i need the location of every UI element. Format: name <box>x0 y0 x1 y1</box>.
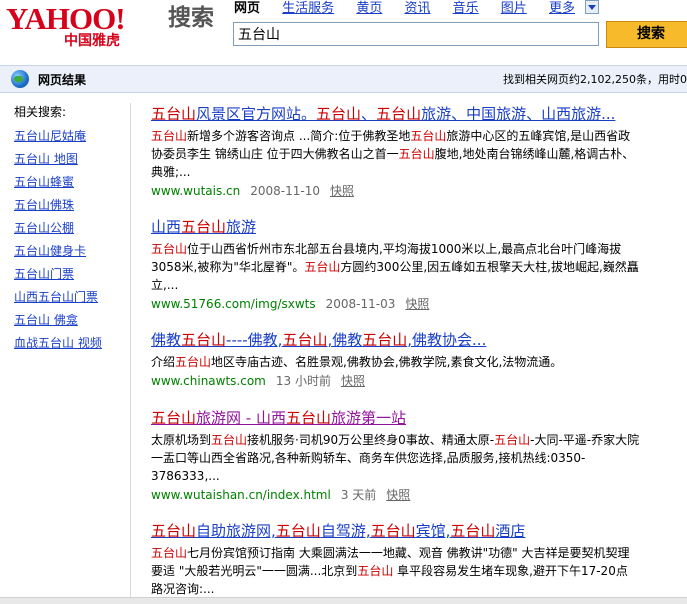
related-search-item[interactable]: 血战五台山 视频 <box>14 334 102 351</box>
tab-more[interactable]: 更多 <box>549 1 575 16</box>
search-result: 佛教五台山----佛教,五台山,佛教五台山,佛教协会... 介绍五台山地区寺庙古… <box>151 331 651 390</box>
tab-images[interactable]: 图片 <box>501 1 527 16</box>
query-highlight: 五台山 <box>285 409 331 427</box>
search-button[interactable]: 搜索 <box>606 21 687 48</box>
query-highlight: 五台山 <box>151 105 197 123</box>
result-date: 2008-11-03 <box>325 297 396 311</box>
related-search-item[interactable]: 五台山佛珠 <box>14 196 74 213</box>
tab-news[interactable]: 资讯 <box>404 1 430 16</box>
search-result: 五台山旅游网 - 山西五台山旅游第一站 太原机场到五台山接机服务·司机90万公里… <box>151 409 651 504</box>
tab-life[interactable]: 生活服务 <box>282 1 334 16</box>
result-url[interactable]: www.chinawts.com <box>151 374 266 388</box>
result-title-link[interactable]: 五台山自助旅游网,五台山自驾游,五台山宾馆,五台山酒店 <box>151 522 651 541</box>
results-count: 找到相关网页约2,102,250条，用时0 <box>503 73 687 86</box>
query-highlight: 五台山 <box>151 129 188 143</box>
result-meta: www.wutaishan.cn/index.html 3 天前 快照 <box>151 486 651 504</box>
result-cache-link[interactable]: 快照 <box>341 374 365 388</box>
result-snippet: 五台山新增多个游客咨询点 ...简介:位于佛教圣地五台山旅游中心区的五峰宾馆,是… <box>151 129 635 179</box>
nav-tabs: 网页 生活服务 黄页 资讯 音乐 图片 更多 <box>234 0 600 18</box>
related-search-item[interactable]: 五台山 地图 <box>14 150 78 167</box>
query-highlight: 五台山 <box>304 260 341 274</box>
query-highlight: 五台山 <box>175 355 212 369</box>
query-highlight: 五台山 <box>362 331 408 349</box>
query-highlight: 五台山 <box>450 522 496 540</box>
search-result: 五台山风景区官方网站。五台山、五台山旅游、中国旅游、山西旅游... 五台山新增多… <box>151 105 651 200</box>
search-input[interactable]: 五台山 <box>233 22 599 46</box>
query-highlight: 五台山 <box>211 433 248 447</box>
result-date: 2008-11-10 <box>250 184 320 198</box>
tab-web[interactable]: 网页 <box>234 1 260 16</box>
result-cache-link[interactable]: 快照 <box>330 184 354 198</box>
query-highlight: 五台山 <box>410 129 447 143</box>
globe-icon <box>11 70 29 88</box>
related-searches-title: 相关搜索: <box>14 105 67 119</box>
result-meta: www.wutais.cn 2008-11-10 快照 <box>151 182 651 200</box>
result-title-link[interactable]: 佛教五台山----佛教,五台山,佛教五台山,佛教协会... <box>151 331 651 350</box>
result-url[interactable]: www.wutaishan.cn/index.html <box>151 488 331 502</box>
query-highlight: 五台山 <box>357 564 394 578</box>
header: YAHOO! 中国雅虎 搜索 网页 生活服务 黄页 资讯 音乐 图片 更多 五台… <box>0 0 687 62</box>
query-highlight: 五台山 <box>151 242 188 256</box>
query-highlight: 五台山 <box>275 522 321 540</box>
result-url[interactable]: www.wutais.cn <box>151 184 240 198</box>
related-search-item[interactable]: 五台山 佛龛 <box>14 311 78 328</box>
query-highlight: 五台山 <box>181 331 227 349</box>
result-title-link[interactable]: 山西五台山旅游 <box>151 218 651 237</box>
result-meta: www.51766.com/img/sxwts 2008-11-03 快照 <box>151 295 651 313</box>
query-highlight: 五台山 <box>398 147 435 161</box>
related-search-item[interactable]: 山西五台山门票 <box>14 288 98 305</box>
related-search-item[interactable]: 五台山公棚 <box>14 219 74 236</box>
related-search-item[interactable]: 五台山健身卡 <box>14 242 86 259</box>
query-highlight: 五台山 <box>494 433 531 447</box>
logo-yahoo-text: YAHOO! <box>6 1 126 36</box>
result-meta: www.chinawts.com 13 小时前 快照 <box>151 372 651 390</box>
chevron-down-icon[interactable] <box>585 0 600 14</box>
result-snippet: 五台山位于山西省忻州市东北部五台县境内,平均海拔1000米以上,最高点北台叶门峰… <box>151 242 639 292</box>
query-highlight: 五台山 <box>151 522 197 540</box>
query-highlight: 五台山 <box>181 218 227 236</box>
related-search-item[interactable]: 五台山门票 <box>14 265 74 282</box>
query-highlight: 五台山 <box>151 409 197 427</box>
result-snippet: 太原机场到五台山接机服务·司机90万公里终身0事故、精通太原-五台山-大同-平遥… <box>151 433 640 483</box>
search-result: 五台山自助旅游网,五台山自驾游,五台山宾馆,五台山酒店 五台山七月份宾馆预订指南… <box>151 522 651 598</box>
result-snippet: 五台山七月份宾馆预订指南 大乘圆满法一一地藏、观音 佛教讲"功德" 大吉祥是要契… <box>151 546 630 596</box>
query-highlight: 五台山 <box>151 546 188 560</box>
result-title-link[interactable]: 五台山风景区官方网站。五台山、五台山旅游、中国旅游、山西旅游... <box>151 105 651 124</box>
results-bar: 网页结果 找到相关网页约2,102,250条，用时0 <box>0 65 687 93</box>
query-highlight: 五台山 <box>316 105 362 123</box>
result-cache-link[interactable]: 快照 <box>386 488 410 502</box>
tab-music[interactable]: 音乐 <box>453 1 479 16</box>
related-search-item[interactable]: 五台山尼姑庵 <box>14 127 86 144</box>
divider <box>130 103 131 603</box>
logo-china-text: 中国雅虎 <box>64 33 120 49</box>
query-highlight: 五台山 <box>376 105 422 123</box>
result-title-link[interactable]: 五台山旅游网 - 山西五台山旅游第一站 <box>151 409 651 428</box>
search-result: 山西五台山旅游 五台山位于山西省忻州市东北部五台县境内,平均海拔1000米以上,… <box>151 218 651 313</box>
yahoo-logo[interactable]: YAHOO! 中国雅虎 搜索 <box>6 2 226 54</box>
logo-search-text: 搜索 <box>168 5 214 31</box>
related-search-item[interactable]: 五台山蜂蜜 <box>14 173 74 190</box>
result-date: 3 天前 <box>340 488 377 502</box>
result-date: 13 小时前 <box>275 374 331 388</box>
query-highlight: 五台山 <box>370 522 416 540</box>
results-heading: 网页结果 <box>38 73 87 87</box>
tab-yellow-pages[interactable]: 黄页 <box>356 1 382 16</box>
result-snippet: 介绍五台山地区寺庙古迹、名胜景观,佛教协会,佛教学院,素食文化,法物流通。 <box>151 355 563 369</box>
result-url[interactable]: www.51766.com/img/sxwts <box>151 297 316 311</box>
query-highlight: 五台山 <box>282 331 328 349</box>
result-cache-link[interactable]: 快照 <box>405 297 429 311</box>
